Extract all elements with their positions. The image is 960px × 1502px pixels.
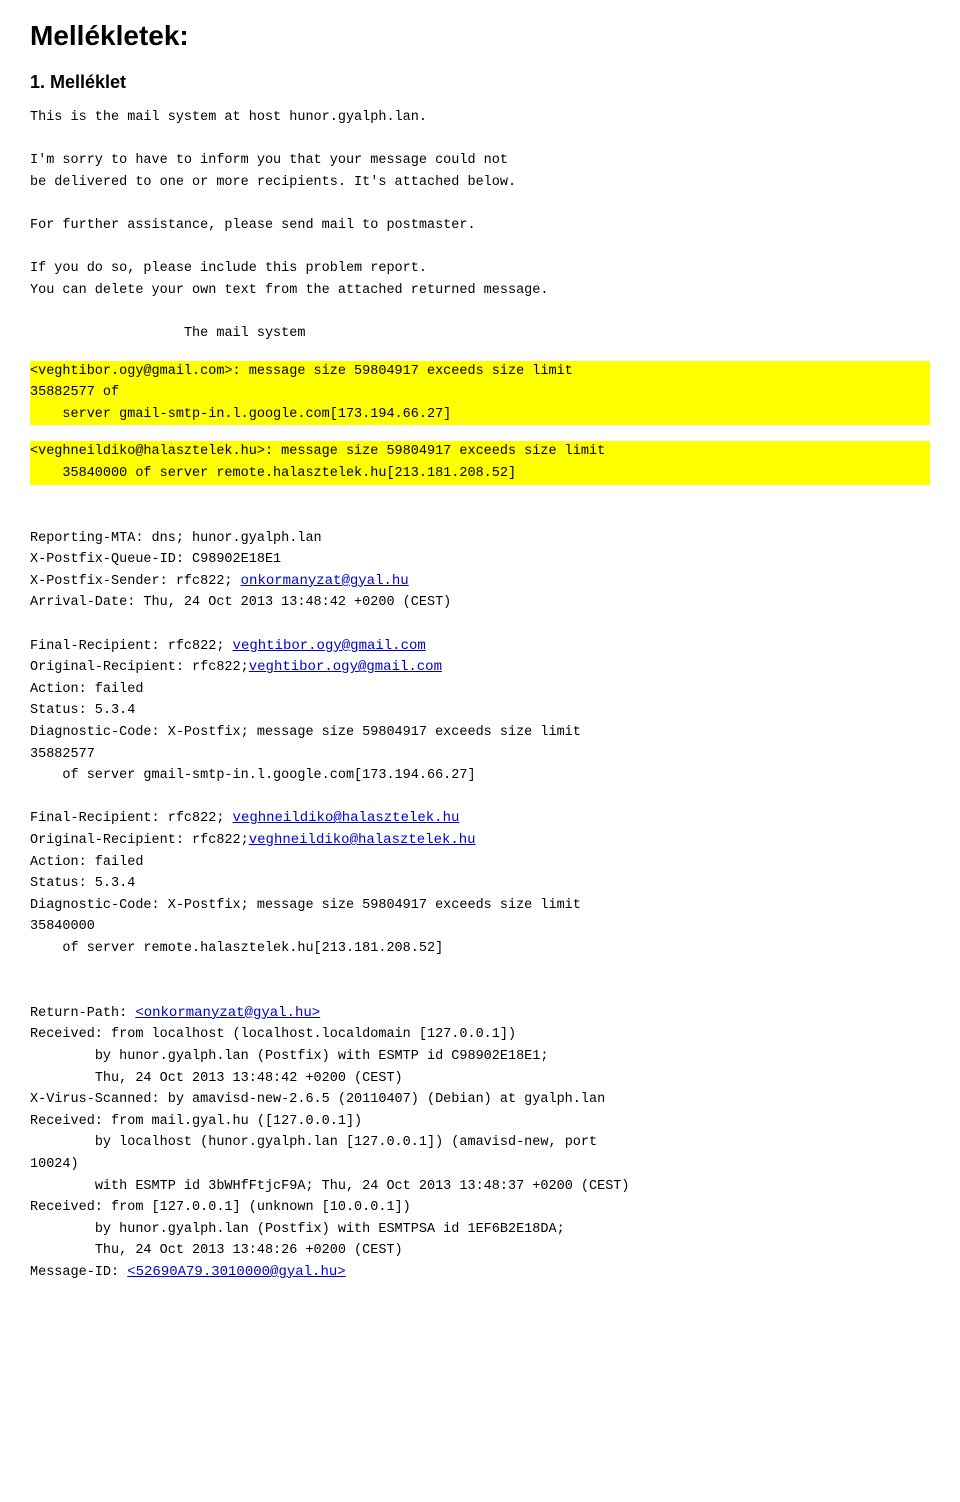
body-text-7: Action: failed Status: 5.3.4 Diagnostic-… bbox=[30, 855, 581, 1021]
body-text-6: Original-Recipient: rfc822; bbox=[30, 833, 249, 848]
link-veghneildiko2[interactable]: veghneildiko@halasztelek.hu bbox=[249, 832, 476, 848]
link-messageid[interactable]: <52690A79.3010000@gyal.hu> bbox=[127, 1264, 345, 1280]
link-returnpath[interactable]: <onkormanyzat@gyal.hu> bbox=[135, 1005, 320, 1021]
body-text-4: Original-Recipient: rfc822; bbox=[30, 660, 249, 675]
link-veghtibor[interactable]: veghtibor.ogy@gmail.com bbox=[233, 638, 426, 654]
section-heading: 1. Melléklet bbox=[30, 72, 930, 93]
body-text-1: This is the mail system at host hunor.gy… bbox=[30, 107, 930, 345]
body-text-8: Received: from localhost (localhost.loca… bbox=[30, 1027, 630, 1280]
highlighted-block-2: <veghneildiko@halasztelek.hu>: message s… bbox=[30, 441, 930, 484]
body-text-5: Action: failed Status: 5.3.4 Diagnostic-… bbox=[30, 682, 581, 827]
page-title: Mellékletek: bbox=[30, 20, 930, 52]
link-onkormanyzat[interactable]: onkormanyzat@gyal.hu bbox=[241, 573, 409, 589]
link-veghtibor2[interactable]: veghtibor.ogy@gmail.com bbox=[249, 659, 442, 675]
highlighted-block-1: <veghtibor.ogy@gmail.com>: message size … bbox=[30, 361, 930, 426]
link-veghneildiko[interactable]: veghneildiko@halasztelek.hu bbox=[233, 810, 460, 826]
